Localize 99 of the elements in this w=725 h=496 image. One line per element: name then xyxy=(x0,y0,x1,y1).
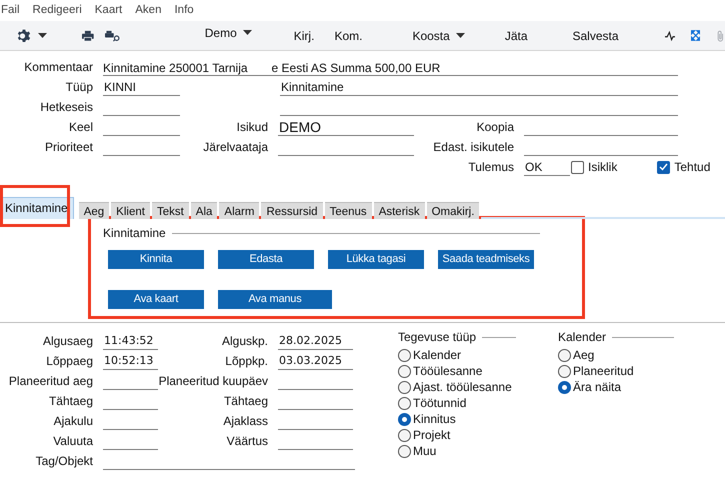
group-title: Kalender xyxy=(558,329,606,346)
field-label: Tähtaeg xyxy=(48,393,94,410)
menu-item[interactable]: Info xyxy=(174,2,194,20)
toolbar-button[interactable]: Salvesta xyxy=(572,26,619,44)
action-button[interactable]: Lükka tagasi xyxy=(328,250,424,269)
expand-icon[interactable] xyxy=(690,29,700,42)
printer-icon[interactable] xyxy=(82,28,94,42)
radio-label: Kalender xyxy=(413,347,462,364)
menu-item[interactable]: Kaart xyxy=(94,2,122,20)
radio-button[interactable] xyxy=(398,364,411,378)
radio-label: Muu xyxy=(413,443,436,460)
field-label: Tüüp xyxy=(64,79,94,96)
pulse-icon[interactable] xyxy=(664,30,675,42)
radio-label: Planeeritud xyxy=(573,363,634,380)
radio-label: Projekt xyxy=(413,427,450,444)
field-label: Kommentaar xyxy=(23,59,94,76)
caret-icon xyxy=(38,33,47,38)
radio-button[interactable] xyxy=(398,428,411,442)
radio-label: Töötunnid xyxy=(413,395,466,412)
field-label: Tähtaeg xyxy=(222,393,269,410)
settings-button[interactable] xyxy=(16,28,47,44)
radio-button[interactable] xyxy=(558,380,571,394)
field-label: Lõppkp. xyxy=(224,353,269,370)
radio-label: Tööülesanne xyxy=(413,363,482,380)
radio-button[interactable] xyxy=(398,444,411,458)
field-label: Tag/Objekt xyxy=(34,453,94,470)
checkbox[interactable] xyxy=(571,160,584,174)
radio-label: Aeg xyxy=(573,347,594,364)
settings-icon xyxy=(16,28,32,44)
toolbar-button[interactable]: Kirj. xyxy=(294,26,314,44)
field-label: Järelvaataja xyxy=(202,139,269,156)
field-label: Planeeritud aeg xyxy=(8,373,94,390)
field-label: Valuuta xyxy=(52,433,94,450)
field-label: Alguskp. xyxy=(220,333,269,350)
menu-item[interactable]: Aken xyxy=(135,2,162,20)
radio-button[interactable] xyxy=(398,412,411,426)
tab[interactable]: Alarm xyxy=(219,202,260,219)
input-field[interactable]: 03.03.2025 xyxy=(278,353,353,370)
input-field[interactable]: Kinnitamine xyxy=(280,79,678,96)
toolbar-button[interactable]: Jäta xyxy=(504,26,528,44)
tab[interactable]: Ressursid xyxy=(261,202,323,219)
toolbar-button[interactable]: Kom. xyxy=(334,26,362,44)
group-title: Tegevuse tüüp xyxy=(398,329,476,346)
toolbar-dropdown[interactable]: Koosta xyxy=(412,26,465,44)
field-label: Hetkeseis xyxy=(39,99,94,116)
tab[interactable]: Kinnitamine xyxy=(0,197,74,219)
field-label: Tulemus xyxy=(467,159,515,176)
action-button[interactable]: Ava manus xyxy=(218,290,332,309)
menu-item[interactable]: Redigeeri xyxy=(32,2,82,20)
radio-label: Ära näita xyxy=(573,379,622,396)
tab[interactable]: Teenus xyxy=(324,202,372,219)
field-label: Väärtus xyxy=(226,433,269,450)
action-button[interactable]: Saada teadmiseks xyxy=(438,250,534,269)
tab[interactable]: Ala xyxy=(190,202,218,219)
field-label: Edast. isikutele xyxy=(432,139,515,156)
checkbox-label: Isiklik xyxy=(588,159,618,176)
action-button[interactable]: Edasta xyxy=(218,250,314,269)
print-preview-icon[interactable] xyxy=(104,28,121,42)
caret-icon xyxy=(456,33,465,38)
radio-label: Kinnitus xyxy=(413,411,456,428)
radio-button[interactable] xyxy=(398,396,411,410)
comment-text: e Eesti AS Summa 500,00 EUR xyxy=(272,60,440,75)
radio-button[interactable] xyxy=(558,348,571,362)
field-label: Algusaeg xyxy=(42,333,94,350)
field-label: Keel xyxy=(68,119,94,136)
comment-text: Kinnitamine 250001 Tarnija xyxy=(103,60,248,75)
input-field[interactable]: 28.02.2025 xyxy=(278,333,353,350)
action-button[interactable]: Kinnita xyxy=(108,250,204,269)
tab[interactable]: Omakirj. xyxy=(426,202,480,219)
input-field[interactable]: DEMO xyxy=(278,119,414,136)
field-label: Lõppaeg xyxy=(45,353,94,370)
checkbox[interactable] xyxy=(657,160,670,174)
caret-icon xyxy=(242,30,252,35)
field-label: Prioriteet xyxy=(44,139,94,156)
highlight-frame xyxy=(0,185,70,227)
radio-button[interactable] xyxy=(558,364,571,378)
radio-button[interactable] xyxy=(398,380,411,394)
checkbox-label: Tehtud xyxy=(674,159,710,176)
input-field[interactable]: KINNI xyxy=(103,79,180,96)
action-button[interactable]: Ava kaart xyxy=(108,290,204,309)
tab[interactable]: Asterisk xyxy=(374,202,425,219)
profile-dropdown[interactable]: Demo xyxy=(204,24,252,42)
field-label: Isikud xyxy=(236,119,269,136)
input-field[interactable]: OK xyxy=(524,159,570,176)
input-field[interactable]: 11:43:52 xyxy=(103,333,158,350)
tab[interactable]: Tekst xyxy=(152,202,189,219)
menu-item[interactable]: Fail xyxy=(1,2,20,20)
tab[interactable]: Klient xyxy=(111,202,150,219)
input-field[interactable]: 10:52:13 xyxy=(103,353,158,370)
check-icon xyxy=(659,163,668,171)
tab[interactable]: Aeg xyxy=(78,202,110,219)
field-label: Planeeritud kuupäev xyxy=(158,373,269,390)
field-label: Ajakulu xyxy=(52,413,94,430)
field-label: Koopia xyxy=(476,119,515,136)
comment-field[interactable]: Kinnitamine 250001 Tarnija e Eesti AS Summa 500,00 EUR xyxy=(103,59,678,76)
field-label: Ajaklass xyxy=(222,413,269,430)
group-title: Kinnitamine xyxy=(103,225,166,242)
radio-label: Ajast. tööülesanne xyxy=(413,379,512,396)
radio-button[interactable] xyxy=(398,348,411,362)
